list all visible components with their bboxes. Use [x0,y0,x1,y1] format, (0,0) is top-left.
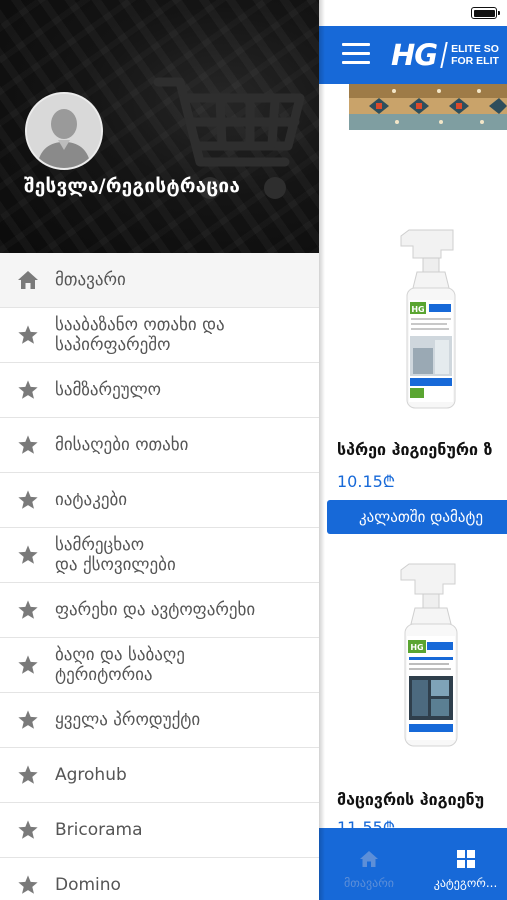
drawer-menu-item[interactable]: მთავარი [0,253,319,308]
bottom-nav-home-label: მთავარი [344,876,394,890]
drawer-menu-item-label: სამრეცხაო და ქსოვილები [55,535,176,575]
cart-watermark-icon [153,77,305,199]
login-register-link[interactable]: შესვლა/რეგისტრაცია [24,175,240,197]
drawer-menu-item-label: Bricorama [55,820,143,840]
star-icon [16,433,40,457]
svg-text:HG: HG [411,305,424,314]
drawer-header: შესვლა/რეგისტრაცია [0,0,319,253]
bottom-navigation: მთავარი კატეგორ... [319,828,507,900]
drawer-menu-item-label: მისაღები ოთახი [55,435,189,455]
bottom-nav-categories[interactable]: კატეგორ... [424,828,507,900]
star-icon [16,873,40,897]
drawer-menu-item[interactable]: ყველა პროდუქტი [0,693,319,748]
brand-logo[interactable]: HG ELITE SO FOR ELIT [391,38,499,72]
navigation-drawer: შესვლა/რეგისტრაცია მთავარი სააბაზანო ოთახ… [0,0,319,900]
drawer-menu-item-label: ყველა პროდუქტი [55,710,201,730]
drawer-menu-item-label: Domino [55,875,121,895]
drawer-menu-item[interactable]: იატაკები [0,473,319,528]
drawer-menu-item-label: მთავარი [55,270,126,290]
star-icon [16,653,40,677]
drawer-menu-item[interactable]: მისაღები ოთახი [0,418,319,473]
drawer-menu-item[interactable]: ფარეხი და ავტოფარეხი [0,583,319,638]
menu-hamburger-icon[interactable] [342,43,370,65]
drawer-menu-item-label: Agrohub [55,765,127,785]
bottom-nav-home[interactable]: მთავარი [319,828,419,900]
svg-text:HG: HG [410,643,423,652]
spray-bottle-image: HG [400,563,458,747]
home-icon [16,268,40,292]
drawer-menu-item-label: იატაკები [55,490,128,510]
tagline-line-1: ELITE SO [451,43,499,55]
drawer-menu-item-label: ფარეხი და ავტოფარეხი [55,600,256,620]
drawer-menu-item[interactable]: ბაღი და საბაღე ტერიტორია [0,638,319,693]
logo-text: HG [391,38,438,72]
drawer-shadow [319,0,325,900]
drawer-menu-item[interactable]: Agrohub [0,748,319,803]
drawer-menu-item[interactable]: სამრეცხაო და ქსოვილები [0,528,319,583]
star-icon [16,488,40,512]
product-name[interactable]: მაცივრის ჰიგიენუ [337,790,484,809]
tagline-line-2: FOR ELIT [451,55,499,67]
app-bar: HG ELITE SO FOR ELIT [319,26,507,84]
drawer-menu-item-label: სააბაზანო ოთახი და საპირფარეშო [55,315,225,355]
carpet-product-image[interactable] [349,84,507,130]
drawer-menu-item[interactable]: სამზარეულო [0,363,319,418]
bottom-nav-categories-label: კატეგორ... [433,876,498,890]
home-icon [360,851,378,867]
star-icon [16,708,40,732]
drawer-menu-item[interactable]: სააბაზანო ოთახი და საპირფარეშო [0,308,319,363]
user-silhouette-icon [27,94,101,168]
product-price: 10.15₾ [337,472,396,491]
drawer-menu-item[interactable]: Bricorama [0,803,319,858]
drawer-menu: მთავარი სააბაზანო ოთახი და საპირფარეშო სამ… [0,253,319,900]
status-bar [319,0,507,26]
spray-bottle-image: HG [400,229,456,409]
drawer-menu-item-label: სამზარეულო [55,380,162,400]
battery-icon [471,7,500,19]
star-icon [16,763,40,787]
add-to-cart-button[interactable]: კალათში დამატე [327,500,507,534]
product-name[interactable]: სპრეი ჰიგიენური ზ [337,440,492,459]
logo-divider [440,42,448,68]
drawer-menu-item-label: ბაღი და საბაღე ტერიტორია [55,645,185,685]
main-content: HG ELITE SO FOR ELIT HG სპრეი ჰიგიენური … [319,0,507,900]
star-icon [16,323,40,347]
star-icon [16,378,40,402]
drawer-menu-item[interactable]: Domino [0,858,319,900]
grid-icon [456,850,475,868]
logo-tagline: ELITE SO FOR ELIT [451,43,499,67]
avatar[interactable] [25,92,103,170]
star-icon [16,543,40,567]
star-icon [16,598,40,622]
star-icon [16,818,40,842]
